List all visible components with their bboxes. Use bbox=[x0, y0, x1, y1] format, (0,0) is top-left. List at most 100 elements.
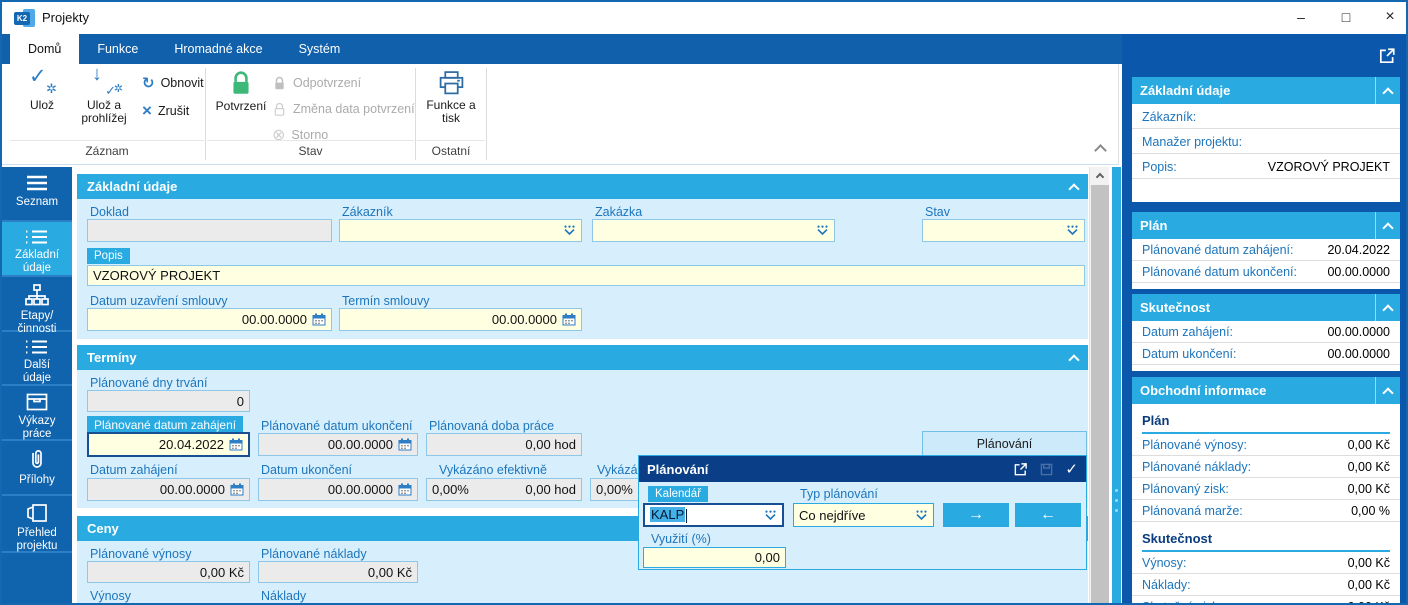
sidebar-item-dalsi-udaje[interactable]: Další údaje bbox=[2, 332, 72, 386]
save-and-view-button[interactable]: ↓ ✓ ✲ Ulož a prohlížej bbox=[72, 64, 136, 136]
calendar-icon[interactable] bbox=[312, 313, 326, 326]
collapse-chevron-icon[interactable] bbox=[1068, 353, 1080, 366]
panel-row: Plánovaný zisk: 0,00 Kč bbox=[1132, 478, 1400, 500]
vykazano-efektivne-field: 0,00% 0,00 hod bbox=[426, 478, 582, 501]
dropdown-icon[interactable] bbox=[816, 225, 829, 236]
sidebar-item-prilohy[interactable]: Přílohy bbox=[2, 441, 72, 496]
sidebar: Seznam Základní údaje Etapy/ činnosti Da… bbox=[2, 167, 72, 603]
plan-back-button[interactable]: ← bbox=[1015, 503, 1081, 527]
sidebar-item-vykazy-prace[interactable]: Výkazy práce bbox=[2, 386, 72, 441]
typ-planovani-combo[interactable]: Co nejdříve bbox=[793, 503, 934, 527]
org-chart-icon bbox=[25, 284, 49, 306]
tab-hromadne-akce[interactable]: Hromadné akce bbox=[156, 34, 280, 64]
confirm-check-icon[interactable]: ✓ bbox=[1065, 460, 1078, 478]
termin-smlouvy-field[interactable]: 00.00.0000 bbox=[339, 308, 582, 331]
panel-row: Datum ukončení: 00.00.0000 bbox=[1132, 343, 1400, 365]
tab-funkce[interactable]: Funkce bbox=[79, 34, 156, 64]
scrollbar-up-icon[interactable] bbox=[1090, 167, 1110, 184]
cancel-button[interactable]: × Zrušit bbox=[142, 100, 189, 122]
sidebar-label: Základní údaje bbox=[14, 249, 60, 274]
dropdown-icon[interactable] bbox=[915, 510, 928, 521]
planovani-popup-titlebar[interactable]: Plánování ✓ bbox=[639, 456, 1086, 482]
panel-card-header[interactable]: Základní údaje bbox=[1132, 77, 1400, 104]
collapse-chevron-icon[interactable] bbox=[1382, 221, 1394, 234]
save-button-label: Ulož bbox=[29, 98, 54, 112]
save-button[interactable]: ✓ ✲ Ulož bbox=[16, 66, 68, 136]
app-window: K2 Projekty – □ × Domů Funkce Hromadné a… bbox=[0, 0, 1408, 605]
dropdown-icon[interactable] bbox=[1066, 225, 1079, 236]
dropdown-icon[interactable] bbox=[764, 510, 777, 521]
collapse-chevron-icon[interactable] bbox=[1382, 86, 1394, 99]
k2-logo-icon: K2 bbox=[14, 9, 35, 27]
drawer-icon bbox=[26, 393, 48, 411]
vyuziti-label: Využití (%) bbox=[651, 532, 711, 546]
sidebar-item-prehled-projektu[interactable]: Přehled projektu bbox=[2, 496, 72, 553]
collapse-chevron-icon[interactable] bbox=[1382, 303, 1394, 316]
window-title: Projekty bbox=[42, 10, 89, 25]
panel-card-header[interactable]: Skutečnost bbox=[1132, 294, 1400, 321]
confirm-button[interactable]: Potvrzení bbox=[213, 70, 269, 136]
tab-domu[interactable]: Domů bbox=[10, 34, 80, 64]
zakaznik-combo[interactable] bbox=[339, 219, 582, 242]
datum-uzavreni-value: 00.00.0000 bbox=[241, 312, 307, 327]
panel-subsection-title: Skutečnost bbox=[1142, 531, 1213, 546]
menu-icon bbox=[25, 174, 49, 192]
panel-card-header[interactable]: Obchodní informace bbox=[1132, 377, 1400, 404]
vertical-scrollbar[interactable] bbox=[1089, 167, 1110, 603]
ribbon-collapse-icon[interactable] bbox=[1094, 144, 1107, 157]
dropdown-icon[interactable] bbox=[563, 225, 576, 236]
termin-smlouvy-value: 00.00.0000 bbox=[491, 312, 557, 327]
panel-card-title: Skutečnost bbox=[1140, 300, 1211, 315]
sidebar-label: Přílohy bbox=[19, 474, 55, 486]
stav-combo[interactable] bbox=[922, 219, 1085, 242]
panel-card-zakladni-udaje: Základní údaje Zákazník: Manažer projekt… bbox=[1132, 77, 1400, 202]
kalendar-combo[interactable]: KALP bbox=[643, 503, 784, 527]
section-header-zakladni-udaje: Základní údaje bbox=[77, 174, 1088, 199]
group-label-zaznam: Záznam bbox=[10, 140, 204, 161]
zakazka-combo[interactable] bbox=[592, 219, 835, 242]
tab-system[interactable]: Systém bbox=[281, 34, 359, 64]
close-button[interactable]: × bbox=[1372, 2, 1406, 32]
section-title: Ceny bbox=[87, 521, 119, 536]
panel-splitter[interactable] bbox=[1112, 167, 1121, 603]
panel-row: Datum zahájení: 00.00.0000 bbox=[1132, 321, 1400, 343]
sidebar-label: Přehled projektu bbox=[16, 527, 58, 552]
vykazano-efektivne-hod: 0,00 hod bbox=[525, 482, 576, 497]
open-in-window-icon[interactable] bbox=[1378, 47, 1396, 65]
calendar-icon[interactable] bbox=[398, 438, 412, 451]
panel-row-value: 0,00 Kč bbox=[1348, 600, 1390, 603]
sidebar-item-seznam[interactable]: Seznam bbox=[2, 167, 72, 222]
planovani-button[interactable]: Plánování bbox=[922, 431, 1087, 456]
panel-subsection-title: Plán bbox=[1142, 413, 1170, 428]
maximize-button[interactable]: □ bbox=[1328, 2, 1364, 32]
change-confirm-date-label: Změna data potvrzení bbox=[293, 102, 415, 116]
cancel-label: Zrušit bbox=[157, 104, 190, 118]
functions-print-button[interactable]: Funkce a tisk bbox=[421, 70, 481, 136]
refresh-button[interactable]: ↻ Obnovit bbox=[142, 72, 204, 94]
popis-input[interactable]: VZOROVÝ PROJEKT bbox=[87, 265, 1085, 286]
collapse-chevron-icon[interactable] bbox=[1068, 182, 1080, 195]
vyuziti-input[interactable]: 0,00 bbox=[643, 547, 786, 568]
calendar-icon[interactable] bbox=[230, 483, 244, 496]
calendar-icon[interactable] bbox=[229, 438, 243, 451]
planovane-dny-value: 0 bbox=[236, 393, 244, 409]
datum-uzavreni-field[interactable]: 00.00.0000 bbox=[87, 308, 332, 331]
open-in-window-icon[interactable] bbox=[1013, 462, 1028, 477]
collapse-chevron-icon[interactable] bbox=[1382, 386, 1394, 399]
plan-zahajeni-field[interactable]: 20.04.2022 bbox=[87, 432, 250, 457]
ribbon: ✓ ✲ Ulož ↓ ✓ ✲ Ulož a prohlížej ↻ Obnovit ×… bbox=[2, 64, 1119, 165]
calendar-icon[interactable] bbox=[562, 313, 576, 326]
kalendar-chip-label: Kalendář bbox=[648, 486, 709, 502]
panel-card-header[interactable]: Plán bbox=[1132, 212, 1400, 239]
calendar-icon[interactable] bbox=[398, 483, 412, 496]
sidebar-item-zakladni-udaje[interactable]: Základní údaje bbox=[2, 222, 72, 277]
plan-forward-button[interactable]: → bbox=[943, 503, 1009, 527]
minimize-button[interactable]: – bbox=[1283, 2, 1319, 32]
panel-card-body: Zákazník: Manažer projektu: Popis: VZORO… bbox=[1132, 104, 1400, 202]
panel-row: Plánované výnosy: 0,00 Kč bbox=[1132, 434, 1400, 456]
scrollbar-thumb[interactable] bbox=[1091, 185, 1109, 603]
panel-row-label: Zákazník: bbox=[1142, 110, 1197, 124]
sidebar-item-etapy-cinnosti[interactable]: Etapy/ činnosti bbox=[2, 277, 72, 335]
plan-ukonceni-field[interactable]: 00.00.0000 bbox=[258, 433, 418, 456]
panel-row: Popis: VZOROVÝ PROJEKT bbox=[1132, 154, 1400, 179]
